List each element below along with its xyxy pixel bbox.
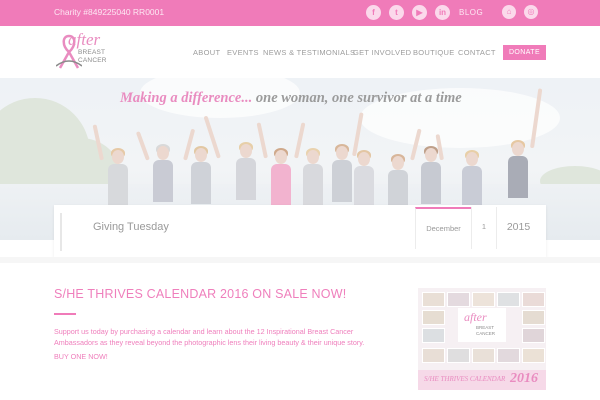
logo-breast: BREAST bbox=[78, 49, 106, 56]
section-divider bbox=[0, 257, 600, 263]
article-headline[interactable]: S/HE THRIVES CALENDAR 2016 ON SALE NOW! bbox=[54, 287, 346, 301]
arm bbox=[256, 122, 268, 159]
calendar-photo bbox=[422, 328, 445, 343]
headline-underline bbox=[54, 313, 76, 315]
logo-cancer: CANCER bbox=[78, 57, 107, 64]
arm bbox=[135, 131, 150, 161]
youtube-icon[interactable]: ▶ bbox=[412, 5, 427, 20]
hero-tagline-pink: Making a difference... bbox=[120, 90, 253, 106]
arm bbox=[183, 128, 196, 161]
event-accent-bar bbox=[60, 213, 62, 251]
logo[interactable]: after BREAST CANCER bbox=[54, 30, 134, 74]
nav-get-involved[interactable]: GET INVOLVED bbox=[353, 48, 411, 57]
charity-number: Charity #849225040 RR0001 bbox=[54, 7, 165, 17]
twitter-icon[interactable]: t bbox=[389, 5, 404, 20]
donate-button[interactable]: DONATE bbox=[503, 45, 546, 60]
buy-link[interactable]: BUY ONE NOW! bbox=[54, 352, 108, 361]
linkedin-icon[interactable]: in bbox=[435, 5, 450, 20]
calendar-photo bbox=[447, 348, 470, 363]
logo-after: after bbox=[68, 30, 101, 49]
calendar-photo bbox=[447, 292, 470, 307]
calendar-footer-text: S/HE THRIVES CALENDAR bbox=[424, 375, 506, 383]
calendar-photo bbox=[522, 328, 545, 343]
calendar-photo bbox=[422, 292, 445, 307]
nav-news-testimonials[interactable]: NEWS & TESTIMONIALS bbox=[263, 48, 355, 57]
calendar-photo bbox=[472, 348, 495, 363]
arm bbox=[294, 122, 306, 159]
calendar-photo bbox=[522, 348, 545, 363]
calendar-image[interactable]: after BREAST CANCER S/HE THRIVES CALENDA… bbox=[418, 288, 546, 390]
instagram-icon[interactable]: ◎ bbox=[524, 5, 538, 19]
blog-link[interactable]: BLOG bbox=[459, 8, 483, 17]
event-month: December bbox=[415, 207, 471, 249]
calendar-footer: S/HE THRIVES CALENDAR 2016 bbox=[418, 370, 546, 390]
event-title[interactable]: Giving Tuesday bbox=[93, 221, 169, 233]
nav-contact[interactable]: CONTACT bbox=[458, 48, 496, 57]
calendar-logo-breast: BREAST bbox=[476, 325, 495, 330]
calendar-logo-cancer: CANCER bbox=[476, 331, 496, 336]
event-year: 2015 bbox=[496, 207, 540, 249]
calendar-logo: after BREAST CANCER bbox=[458, 308, 506, 342]
nav-boutique[interactable]: BOUTIQUE bbox=[413, 48, 455, 57]
calendar-photo bbox=[422, 348, 445, 363]
calendar-year: 2016 bbox=[510, 371, 538, 386]
facebook-icon[interactable]: f bbox=[366, 5, 381, 20]
nav-events[interactable]: EVENTS bbox=[227, 48, 259, 57]
calendar-photo bbox=[522, 292, 545, 307]
hero-tagline: Making a difference... one woman, one su… bbox=[120, 90, 462, 107]
calendar-photo bbox=[522, 310, 545, 325]
hero-tagline-grey: one woman, one survivor at a time bbox=[252, 90, 462, 106]
event-day: 1 bbox=[471, 207, 496, 249]
cart-icon[interactable]: ⌂ bbox=[502, 5, 516, 19]
calendar-photo bbox=[422, 310, 445, 325]
calendar-logo-after: after bbox=[464, 310, 487, 324]
nav-about[interactable]: ABOUT bbox=[193, 48, 220, 57]
calendar-photo bbox=[497, 348, 520, 363]
calendar-photo bbox=[472, 292, 495, 307]
article-body: Support us today by purchasing a calenda… bbox=[54, 327, 365, 347]
calendar-photo bbox=[497, 292, 520, 307]
